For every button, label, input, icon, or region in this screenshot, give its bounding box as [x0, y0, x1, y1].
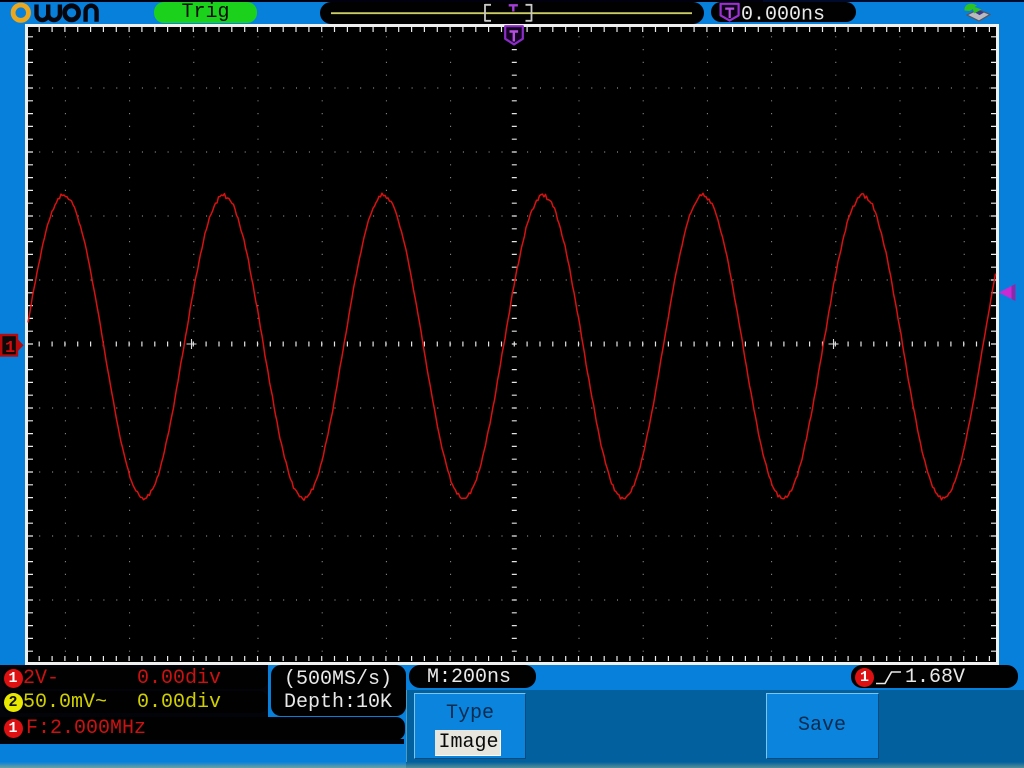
svg-text:1: 1 — [5, 339, 15, 358]
svg-text:0.000ns: 0.000ns — [741, 3, 825, 26]
